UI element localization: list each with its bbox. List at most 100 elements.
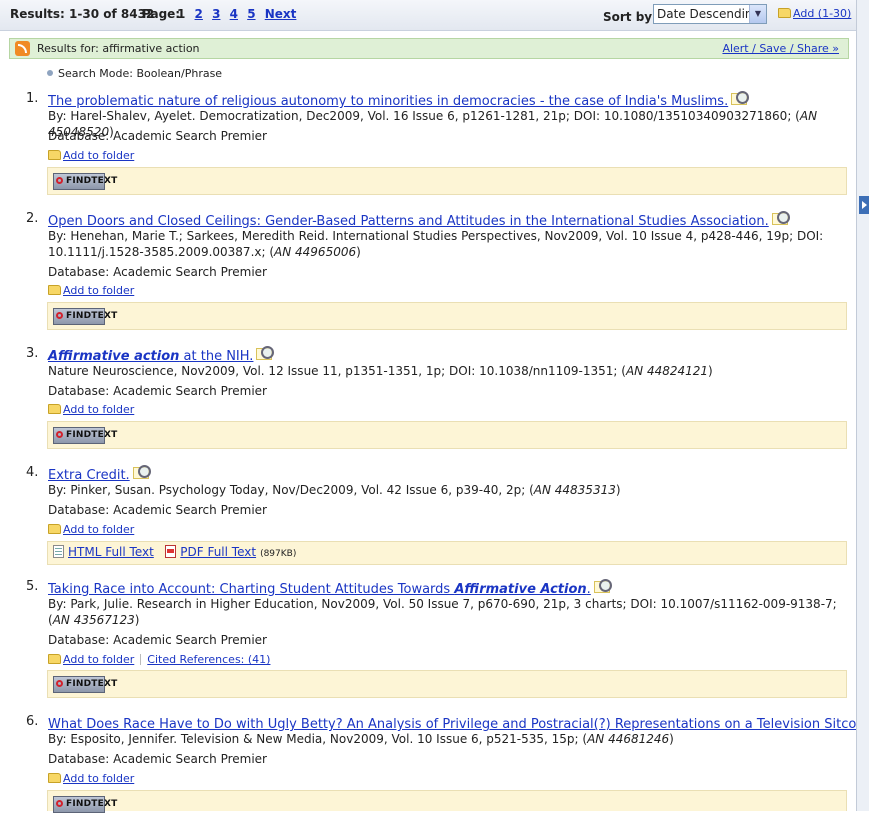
html-full-text-link[interactable]: HTML Full Text — [68, 545, 154, 559]
next-page-link[interactable]: Next — [265, 7, 297, 21]
fulltext-panel: FINDTEXT — [47, 421, 847, 449]
add-to-folder-link[interactable]: Add to folder — [63, 653, 134, 666]
page-link-5[interactable]: 5 — [247, 7, 255, 21]
search-query: affirmative action — [102, 42, 200, 55]
add-to-folder[interactable]: Add to folder — [48, 403, 134, 416]
results-for-text: Results for: affirmative action — [37, 42, 200, 55]
cited-references-link[interactable]: Cited References: (41) — [147, 653, 270, 666]
search-mode-text: Search Mode: Boolean/Phrase — [58, 67, 223, 80]
rss-feed-icon[interactable] — [15, 41, 30, 56]
citation-text: By: Esposito, Jennifer. Television & New… — [48, 732, 588, 746]
database-label: Database: — [48, 752, 110, 766]
result-title-link[interactable]: The problematic nature of religious auto… — [48, 94, 728, 109]
sort-label: Sort by: — [603, 10, 657, 24]
page-link-4[interactable]: 4 — [230, 7, 238, 21]
result-number: 2. — [26, 211, 39, 226]
findtext-button[interactable]: FINDTEXT — [53, 173, 117, 190]
database-name: Academic Search Premier — [113, 503, 267, 517]
result-database: Database: Academic Search Premier — [48, 752, 267, 766]
page-link-3[interactable]: 3 — [212, 7, 220, 21]
add-to-folder[interactable]: Add to folder — [48, 772, 134, 785]
folder-icon — [48, 285, 61, 295]
folder-icon — [778, 8, 791, 18]
result-number: 3. — [26, 346, 39, 361]
add-to-folder-link[interactable]: Add to folder — [63, 403, 134, 416]
citation-text: By: Park, Julie. Research in Higher Educ… — [48, 597, 837, 627]
folder-icon — [48, 150, 61, 160]
database-name: Academic Search Premier — [113, 265, 267, 279]
result-citation: By: Pinker, Susan. Psychology Today, Nov… — [48, 482, 848, 498]
database-name: Academic Search Premier — [113, 752, 267, 766]
database-label: Database: — [48, 384, 110, 398]
add-to-folder[interactable]: Add to folder Cited References: (41) — [48, 653, 270, 666]
fulltext-panel: FINDTEXT — [47, 670, 847, 698]
findtext-button[interactable]: FINDTEXT — [53, 427, 117, 444]
result-citation: Nature Neuroscience, Nov2009, Vol. 12 Is… — [48, 363, 848, 379]
magnifier-preview-icon[interactable] — [771, 211, 791, 227]
result-title-link[interactable]: Open Doors and Closed Ceilings: Gender-B… — [48, 214, 769, 229]
magnifier-preview-icon[interactable] — [593, 579, 613, 595]
magnifier-preview-icon[interactable] — [255, 346, 275, 362]
accession-number: AN 44835313 — [533, 483, 616, 497]
result-citation: By: Park, Julie. Research in Higher Educ… — [48, 596, 848, 628]
folder-icon — [48, 773, 61, 783]
title-rest: at the NIH. — [179, 349, 254, 364]
add-to-folder-link[interactable]: Add to folder — [63, 284, 134, 297]
folder-icon — [48, 404, 61, 414]
sort-value: Date Descending — [657, 7, 761, 21]
results-toolbar: Results: 1-30 of 8432 Page: 1 2 3 4 5 Ne… — [0, 0, 856, 31]
add-to-folder[interactable]: Add to folder — [48, 149, 134, 162]
result-title-link[interactable]: Affirmative action at the NIH. — [48, 349, 253, 364]
fulltext-panel: FINDTEXT — [47, 302, 847, 330]
findtext-button[interactable]: FINDTEXT — [53, 796, 117, 813]
result-title-link[interactable]: Extra Credit. — [48, 468, 130, 483]
result-database: Database: Academic Search Premier — [48, 503, 267, 517]
pdf-size: (897KB) — [260, 549, 297, 559]
result-title: The problematic nature of religious auto… — [48, 91, 750, 109]
title-highlight: Affirmative action — [48, 349, 180, 364]
add-all-to-folder[interactable]: Add (1-30) — [778, 7, 851, 20]
results-for-label: Results for: — [37, 42, 99, 55]
expand-panel-arrow-icon[interactable] — [859, 196, 869, 214]
html-document-icon — [53, 545, 64, 558]
result-citation: By: Esposito, Jennifer. Television & New… — [48, 731, 848, 747]
result-title: What Does Race Have to Do with Ugly Bett… — [48, 714, 869, 732]
add-to-folder[interactable]: Add to folder — [48, 284, 134, 297]
add-to-folder-link[interactable]: Add to folder — [63, 149, 134, 162]
citation-text: By: Henehan, Marie T.; Sarkees, Meredith… — [48, 229, 824, 259]
close-paren: ) — [134, 613, 140, 627]
database-label: Database: — [48, 633, 110, 647]
alert-save-share-link[interactable]: Alert / Save / Share » — [722, 42, 839, 55]
close-paren: ) — [708, 364, 713, 378]
magnifier-preview-icon[interactable] — [132, 465, 152, 481]
title-highlight: Affirmative Action — [454, 582, 587, 597]
result-database: Database: Academic Search Premier — [48, 129, 267, 143]
close-paren: ) — [615, 483, 621, 497]
fulltext-panel: HTML Full Text PDF Full Text (897KB) — [47, 541, 847, 565]
result-number: 6. — [26, 714, 39, 729]
result-title: Extra Credit. — [48, 465, 152, 483]
pdf-full-text-link[interactable]: PDF Full Text — [180, 545, 256, 559]
sort-select[interactable]: Date Descending ▼ — [653, 4, 767, 24]
add-to-folder[interactable]: Add to folder — [48, 523, 134, 536]
fulltext-links: HTML Full Text PDF Full Text (897KB) — [53, 545, 296, 559]
result-title: Open Doors and Closed Ceilings: Gender-B… — [48, 211, 791, 229]
title-rest: . — [586, 582, 591, 597]
citation-text: Nature Neuroscience, Nov2009, Vol. 12 Is… — [48, 364, 626, 378]
findtext-button[interactable]: FINDTEXT — [53, 676, 117, 693]
result-title-link[interactable]: Taking Race into Account: Charting Stude… — [48, 582, 591, 597]
database-name: Academic Search Premier — [113, 129, 267, 143]
chevron-down-icon[interactable]: ▼ — [749, 5, 766, 23]
page-link-2[interactable]: 2 — [195, 7, 203, 21]
magnifier-preview-icon[interactable] — [730, 91, 750, 107]
result-title-link[interactable]: What Does Race Have to Do with Ugly Bett… — [48, 717, 869, 732]
database-name: Academic Search Premier — [113, 384, 267, 398]
add-to-folder-link[interactable]: Add to folder — [63, 772, 134, 785]
accession-number: AN 43567123 — [52, 613, 135, 627]
result-title: Taking Race into Account: Charting Stude… — [48, 579, 613, 597]
add-all-link[interactable]: Add (1-30) — [793, 7, 851, 20]
add-to-folder-link[interactable]: Add to folder — [63, 523, 134, 536]
accession-number: AN 44824121 — [625, 364, 709, 378]
result-database: Database: Academic Search Premier — [48, 633, 267, 647]
findtext-button[interactable]: FINDTEXT — [53, 308, 117, 325]
